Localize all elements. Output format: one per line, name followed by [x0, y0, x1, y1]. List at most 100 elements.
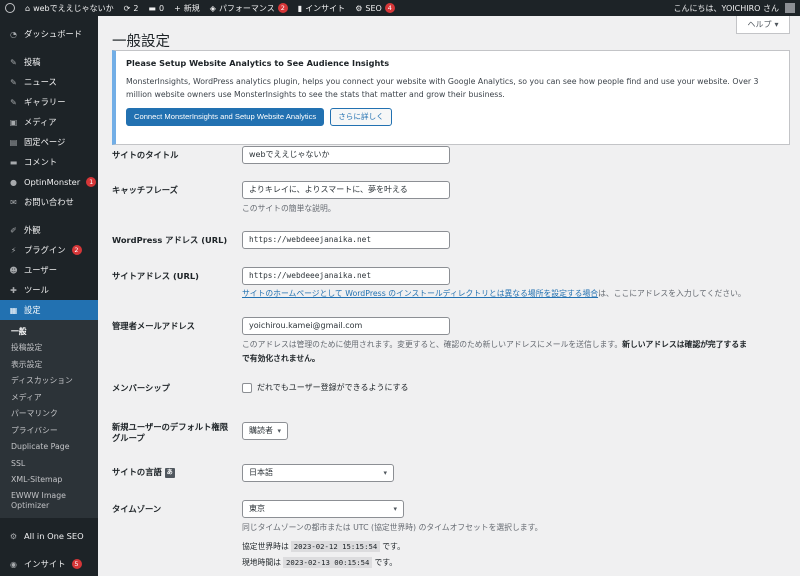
- site-address-label: サイトアドレス (URL): [112, 271, 199, 281]
- site-language-value: 日本語: [249, 468, 273, 477]
- admin-email-label: 管理者メールアドレス: [112, 321, 195, 331]
- aioseo-icon: ⚙: [9, 531, 18, 541]
- new-label: 新規: [183, 3, 200, 13]
- sidebar-item-aioseo[interactable]: ⚙ All in One SEO: [0, 526, 98, 546]
- submenu-item-ssl[interactable]: SSL: [0, 455, 98, 472]
- timezone-select[interactable]: 東京 ▾: [242, 500, 404, 518]
- tagline-input[interactable]: よりキレイに、よりスマートに、夢を叶える: [242, 181, 450, 199]
- brush-icon: ✐: [10, 225, 17, 235]
- chevron-down-icon: ▾: [774, 20, 779, 29]
- tagline-description: このサイトの簡単な説明。: [242, 204, 336, 213]
- sidebar-item-tools[interactable]: ✚ ツール: [0, 280, 98, 300]
- settings-submenu: 一般 投稿設定 表示設定 ディスカッション メディア パーマリンク プライバシー…: [0, 320, 98, 518]
- site-language-select[interactable]: 日本語 ▾: [242, 464, 394, 482]
- submenu-item-ewww[interactable]: EWWW Image Optimizer: [0, 488, 80, 514]
- sidebar-item-label: ユーザー: [24, 265, 58, 275]
- sidebar-item-gallery[interactable]: ✎ ギャラリー: [0, 92, 98, 112]
- sidebar-item-contact[interactable]: ✉ お問い合わせ: [0, 192, 98, 212]
- help-tab-button[interactable]: ヘルプ ▾: [736, 16, 790, 34]
- bar-chart-icon: ▮: [297, 3, 303, 13]
- submenu-item-writing[interactable]: 投稿設定: [0, 340, 98, 357]
- seo-menu[interactable]: ⚙ SEO 4: [350, 0, 400, 16]
- performance-badge: 2: [277, 3, 288, 13]
- site-title-input[interactable]: webでええじゃないか: [242, 146, 450, 164]
- site-address-input[interactable]: https://webdeeejanaika.net: [242, 267, 450, 285]
- admin-bar: ⌂ webでええじゃないか ⟳ 2 ▬ 0 + 新規 ◈ パフォーマンス 2 ▮…: [0, 0, 800, 16]
- site-name: webでええじゃないか: [33, 3, 114, 13]
- sidebar-item-label: インサイト: [24, 559, 66, 569]
- sidebar-item-appearance[interactable]: ✐ 外観: [0, 220, 98, 240]
- submenu-item-reading[interactable]: 表示設定: [0, 356, 98, 373]
- membership-checkbox[interactable]: [242, 382, 252, 393]
- sidebar-item-comments[interactable]: ▬ コメント: [0, 152, 98, 172]
- utc-time-line: 協定世界時は 2023-02-12 15:15:54 です。: [242, 541, 542, 552]
- submenu-item-media[interactable]: メディア: [0, 389, 98, 406]
- sidebar-item-pages[interactable]: ▤ 固定ページ: [0, 132, 98, 152]
- local-suffix: です。: [374, 558, 398, 567]
- connect-monsterinsights-button[interactable]: Connect MonsterInsights and Setup Websit…: [126, 108, 325, 126]
- avatar: [785, 3, 795, 13]
- sidebar-item-label: 投稿: [24, 57, 41, 67]
- sidebar-item-posts[interactable]: ✎ 投稿: [0, 52, 98, 72]
- default-role-select[interactable]: 購読者 ▾: [242, 422, 288, 440]
- default-role-label: 新規ユーザーのデフォルト権限グループ: [112, 422, 228, 443]
- performance-menu[interactable]: ◈ パフォーマンス 2: [205, 0, 293, 16]
- sidebar-item-news[interactable]: ✎ ニュース: [0, 72, 98, 92]
- sidebar-item-insights[interactable]: ◉ インサイト 5: [0, 554, 98, 574]
- seo-badge: 4: [384, 3, 395, 13]
- sidebar-item-settings[interactable]: ▦ 設定: [0, 300, 98, 320]
- wp-logo-menu[interactable]: [0, 0, 20, 16]
- comment-icon: ▬: [148, 3, 156, 13]
- performance-label: パフォーマンス: [218, 3, 275, 13]
- translate-icon: あ: [164, 467, 175, 478]
- comment-icon: ▬: [9, 157, 18, 167]
- settings-icon: ▦: [9, 305, 18, 315]
- sidebar-item-label: 外観: [24, 225, 41, 235]
- submenu-item-general[interactable]: 一般: [0, 323, 98, 340]
- sidebar-item-optinmonster[interactable]: ● OptinMonster 1: [0, 172, 98, 192]
- insights-menu[interactable]: ▮ インサイト: [293, 0, 350, 16]
- submenu-item-privacy[interactable]: プライバシー: [0, 422, 98, 439]
- comments-menu[interactable]: ▬ 0: [143, 0, 169, 16]
- sidebar-item-plugins[interactable]: ⚡ プラグイン 2: [0, 240, 98, 260]
- new-content-menu[interactable]: + 新規: [169, 0, 205, 16]
- utc-suffix: です。: [382, 542, 405, 551]
- sidebar-item-users[interactable]: ☻ ユーザー: [0, 260, 98, 280]
- membership-checkbox-label[interactable]: だれでもユーザー登録ができるようにする: [257, 382, 409, 393]
- submenu-item-xml-sitemap[interactable]: XML-Sitemap: [0, 472, 98, 489]
- admin-email-desc-bold: 新しいアドレスは確認が完了するま: [622, 340, 747, 349]
- site-name-menu[interactable]: ⌂ webでええじゃないか: [20, 0, 119, 16]
- admin-email-input[interactable]: yoichirou.kamei@gmail.com: [242, 317, 450, 335]
- chevron-down-icon: ▾: [277, 427, 281, 435]
- sidebar-item-media[interactable]: ▣ メディア: [0, 112, 98, 132]
- my-account-menu[interactable]: こんにちは、YOICHIRO さん: [669, 0, 800, 16]
- pin-icon: ✎: [10, 97, 17, 107]
- tagline-label: キャッチフレーズ: [112, 185, 178, 195]
- plus-icon: +: [174, 3, 181, 13]
- timezone-value: 東京: [249, 504, 265, 513]
- wordpress-icon: [5, 3, 15, 13]
- sidebar-item-dashboard[interactable]: ◔ ダッシュボード: [0, 24, 98, 44]
- updates-menu[interactable]: ⟳ 2: [119, 0, 144, 16]
- analytics-notice: Please Setup Website Analytics to See Au…: [112, 50, 790, 145]
- utc-time: 2023-02-12 15:15:54: [290, 541, 381, 552]
- plugin-icon: ⚡: [10, 245, 17, 255]
- submenu-item-discussion[interactable]: ディスカッション: [0, 373, 98, 390]
- page-icon: ▤: [9, 137, 18, 147]
- learn-more-button[interactable]: さらに詳しく: [330, 108, 392, 126]
- main-content: ヘルプ ▾ 一般設定 Please Setup Website Analytic…: [98, 16, 800, 576]
- site-address-help-link[interactable]: サイトのホームページとして WordPress のインストールディレクトリとは異…: [242, 289, 598, 298]
- greeting: こんにちは、YOICHIRO さん: [673, 3, 779, 13]
- chevron-down-icon: ▾: [393, 505, 397, 513]
- sidebar-item-label: ギャラリー: [24, 97, 66, 107]
- site-address-desc-tail: は、ここにアドレスを入力してください。: [598, 289, 746, 298]
- mail-icon: ✉: [10, 197, 17, 207]
- pin-icon: ✎: [10, 77, 17, 87]
- membership-label: メンバーシップ: [112, 383, 170, 393]
- admin-email-desc-bold-2: で有効化されません。: [242, 354, 320, 363]
- submenu-item-permalinks[interactable]: パーマリンク: [0, 406, 98, 423]
- submenu-item-duplicate-page[interactable]: Duplicate Page: [0, 439, 98, 456]
- wp-address-input[interactable]: https://webdeeejanaika.net: [242, 231, 450, 249]
- admin-email-desc: このアドレスは管理のために使用されます。変更すると、確認のため新しいアドレスにメ…: [242, 340, 623, 349]
- dashboard-icon: ◔: [10, 29, 17, 39]
